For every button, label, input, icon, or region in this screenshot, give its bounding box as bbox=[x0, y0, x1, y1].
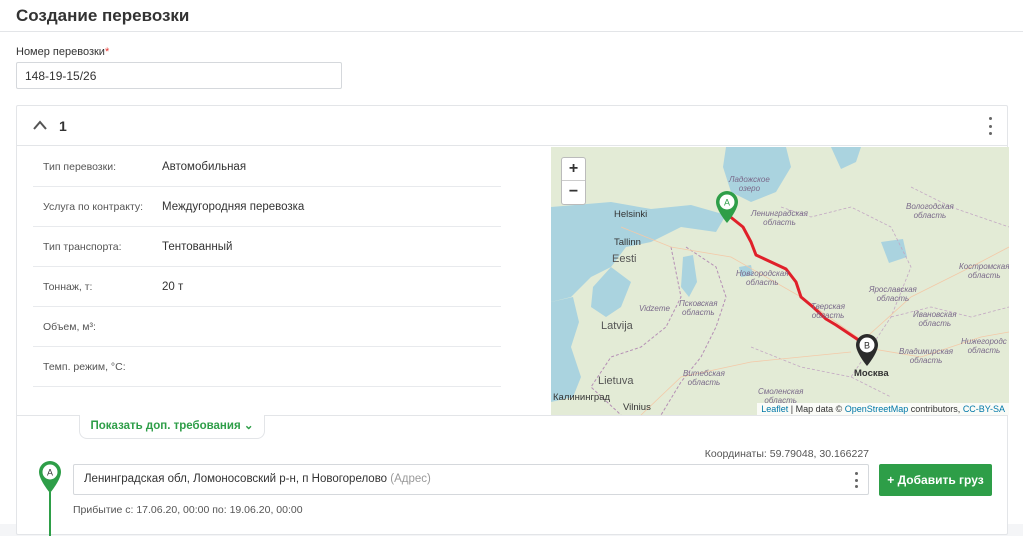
map-label-eesti: Eesti bbox=[612, 253, 637, 265]
chevron-down-icon: ⌄ bbox=[243, 420, 254, 432]
map-marker-b-icon[interactable]: B bbox=[854, 333, 880, 367]
map-label-vladimir: Владимирская область bbox=[899, 347, 954, 365]
page-header: Создание перевозки bbox=[0, 0, 1023, 32]
coordinates-text: Координаты: 59.79048, 30.166227 bbox=[704, 448, 869, 460]
map-label-kostroma: Костромская область bbox=[959, 262, 1009, 280]
map-label-tver: Тверская область bbox=[811, 302, 846, 320]
map-label-lenobl: Ленинградская область bbox=[751, 209, 808, 227]
address-input[interactable]: Ленинградская обл, Ломоносовский р-н, п … bbox=[73, 464, 869, 495]
zoom-control: + − bbox=[561, 157, 586, 205]
prop-value: Тентованный bbox=[162, 240, 233, 253]
map-label-novgorod: Новгородская область bbox=[736, 269, 789, 287]
prop-key: Темп. режим, °С: bbox=[43, 360, 126, 373]
prop-row: Тоннаж, т: 20 т bbox=[33, 267, 501, 307]
route-point-marker-label: A bbox=[47, 468, 53, 478]
map-marker-b-label: B bbox=[864, 341, 870, 351]
prop-key: Тип транспорта: bbox=[43, 240, 122, 253]
prop-key: Тоннаж, т: bbox=[43, 280, 93, 293]
prop-row: Объем, м³: bbox=[33, 307, 501, 347]
show-more-requirements-button[interactable]: Показать доп. требования ⌄ bbox=[79, 415, 265, 439]
attribution-text: contributors, bbox=[908, 404, 963, 414]
arrival-window-text: Прибытие с: 17.06.20, 00:00 по: 19.06.20… bbox=[73, 504, 303, 516]
prop-key: Услуга по контракту: bbox=[43, 200, 144, 213]
map-label-vologda: Вологодская область bbox=[906, 202, 954, 220]
map-marker-a-label: A bbox=[724, 198, 730, 208]
leaflet-link[interactable]: Leaflet bbox=[761, 404, 788, 414]
shipment-number-input[interactable]: 148-19-15/26 bbox=[16, 62, 342, 89]
address-placeholder: (Адрес) bbox=[390, 473, 431, 485]
license-link[interactable]: CC-BY-SA bbox=[963, 404, 1005, 414]
map-label-vilnius: Vilnius bbox=[623, 402, 651, 413]
route-connector-line bbox=[49, 492, 51, 536]
address-value: Ленинградская обл, Ломоносовский р-н, п … bbox=[84, 473, 388, 485]
shipment-number-label: Номер перевозки* bbox=[16, 46, 110, 58]
show-more-label: Показать доп. требования bbox=[90, 420, 241, 432]
route-map[interactable]: Ладожское озеро Helsinki Tallinn Eesti La… bbox=[551, 147, 1009, 415]
zoom-out-button[interactable]: − bbox=[562, 181, 585, 204]
map-marker-a-icon[interactable]: A bbox=[714, 190, 740, 224]
map-label-pskov: Псковская область bbox=[679, 299, 718, 317]
map-label-yaroslavl: Ярославская область bbox=[869, 285, 917, 303]
osm-link[interactable]: OpenStreetMap bbox=[845, 404, 909, 414]
card-number: 1 bbox=[59, 118, 67, 134]
prop-value: Междугородняя перевозка bbox=[162, 200, 305, 213]
map-label-vidzeme: Vidzeme bbox=[639, 304, 670, 313]
prop-value: Автомобильная bbox=[162, 160, 247, 173]
prop-key: Тип перевозки: bbox=[43, 160, 116, 173]
chevron-up-icon[interactable] bbox=[33, 120, 47, 130]
prop-row: Услуга по контракту: Междугородняя перево… bbox=[33, 187, 501, 227]
properties-list: Тип перевозки: Автомобильная Услуга по ко… bbox=[33, 147, 501, 387]
map-label-nizhny: Нижегородс область bbox=[961, 337, 1007, 355]
prop-value: 20 т bbox=[162, 280, 184, 293]
main-content: Номер перевозки* 148-19-15/26 1 Тип пере… bbox=[0, 32, 1023, 536]
map-label-helsinki: Helsinki bbox=[614, 209, 648, 220]
shipment-card: 1 Тип перевозки: Автомобильная Услуга по … bbox=[16, 105, 1009, 536]
prop-row: Тип транспорта: Тентованный bbox=[33, 227, 501, 267]
required-mark: * bbox=[104, 46, 110, 58]
attribution-text: | Map data © bbox=[788, 404, 845, 414]
map-label-vitebsk: Витебская область bbox=[683, 369, 725, 387]
route-point-a-icon: A bbox=[39, 461, 61, 493]
add-cargo-button[interactable]: + Добавить груз bbox=[879, 464, 992, 496]
address-menu-icon[interactable] bbox=[854, 472, 858, 488]
map-label-moskva: Москва bbox=[854, 368, 889, 379]
map-label-tallinn: Tallinn bbox=[614, 237, 641, 248]
prop-key: Объем, м³: bbox=[43, 320, 96, 333]
map-label-latvija: Latvija bbox=[601, 320, 633, 332]
card-header: 1 bbox=[17, 106, 1007, 146]
page-title: Создание перевозки bbox=[16, 6, 190, 25]
card-menu-icon[interactable] bbox=[987, 117, 993, 135]
map-label-lietuva: Lietuva bbox=[598, 375, 634, 387]
zoom-in-button[interactable]: + bbox=[562, 158, 585, 181]
map-attribution: Leaflet | Map data © OpenStreetMap contr… bbox=[757, 403, 1009, 415]
prop-row: Темп. режим, °С: bbox=[33, 347, 501, 387]
map-label-ivanovo: Ивановская область bbox=[913, 310, 957, 328]
prop-row: Тип перевозки: Автомобильная bbox=[33, 147, 501, 187]
map-label-kaliningrad: Калининград bbox=[553, 392, 611, 403]
